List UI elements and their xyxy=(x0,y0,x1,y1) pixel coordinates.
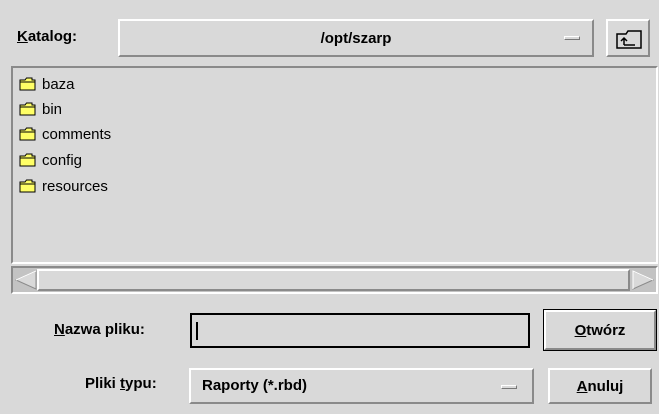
directory-dropdown[interactable]: /opt/szarp xyxy=(118,19,594,57)
filetype-label: Pliki typu: xyxy=(85,375,157,392)
horizontal-scrollbar[interactable] xyxy=(11,266,658,294)
filetype-dropdown[interactable]: Raporty (*.rbd) xyxy=(189,368,534,404)
filename-input[interactable] xyxy=(190,313,530,348)
scroll-right-arrow-icon[interactable] xyxy=(632,270,654,290)
folder-icon xyxy=(19,153,36,167)
list-item[interactable]: comments xyxy=(19,122,111,146)
list-item[interactable]: resources xyxy=(19,174,108,198)
directory-path: /opt/szarp xyxy=(320,30,392,47)
open-button[interactable]: Otwórz xyxy=(543,309,657,351)
filetype-value: Raporty (*.rbd) xyxy=(202,377,307,394)
dropdown-indicator-icon xyxy=(501,385,517,389)
dropdown-indicator-icon xyxy=(564,36,580,40)
directory-label: Katalog: xyxy=(17,28,78,45)
filename-label: Nazwa pliku: xyxy=(54,321,145,338)
folder-icon xyxy=(19,77,36,91)
text-caret xyxy=(196,321,198,340)
folder-icon xyxy=(19,127,36,141)
parent-directory-button[interactable] xyxy=(606,19,650,57)
list-item[interactable]: bin xyxy=(19,97,62,121)
scroll-left-arrow-icon[interactable] xyxy=(15,270,37,290)
up-folder-icon xyxy=(616,30,642,49)
scrollbar-thumb[interactable] xyxy=(37,269,630,291)
folder-icon xyxy=(19,102,36,116)
list-item[interactable]: baza xyxy=(19,72,75,96)
folder-icon xyxy=(19,179,36,193)
file-list[interactable]: baza bin comments config resources xyxy=(11,66,658,264)
cancel-button[interactable]: Anuluj xyxy=(548,368,652,404)
list-item[interactable]: config xyxy=(19,148,82,172)
